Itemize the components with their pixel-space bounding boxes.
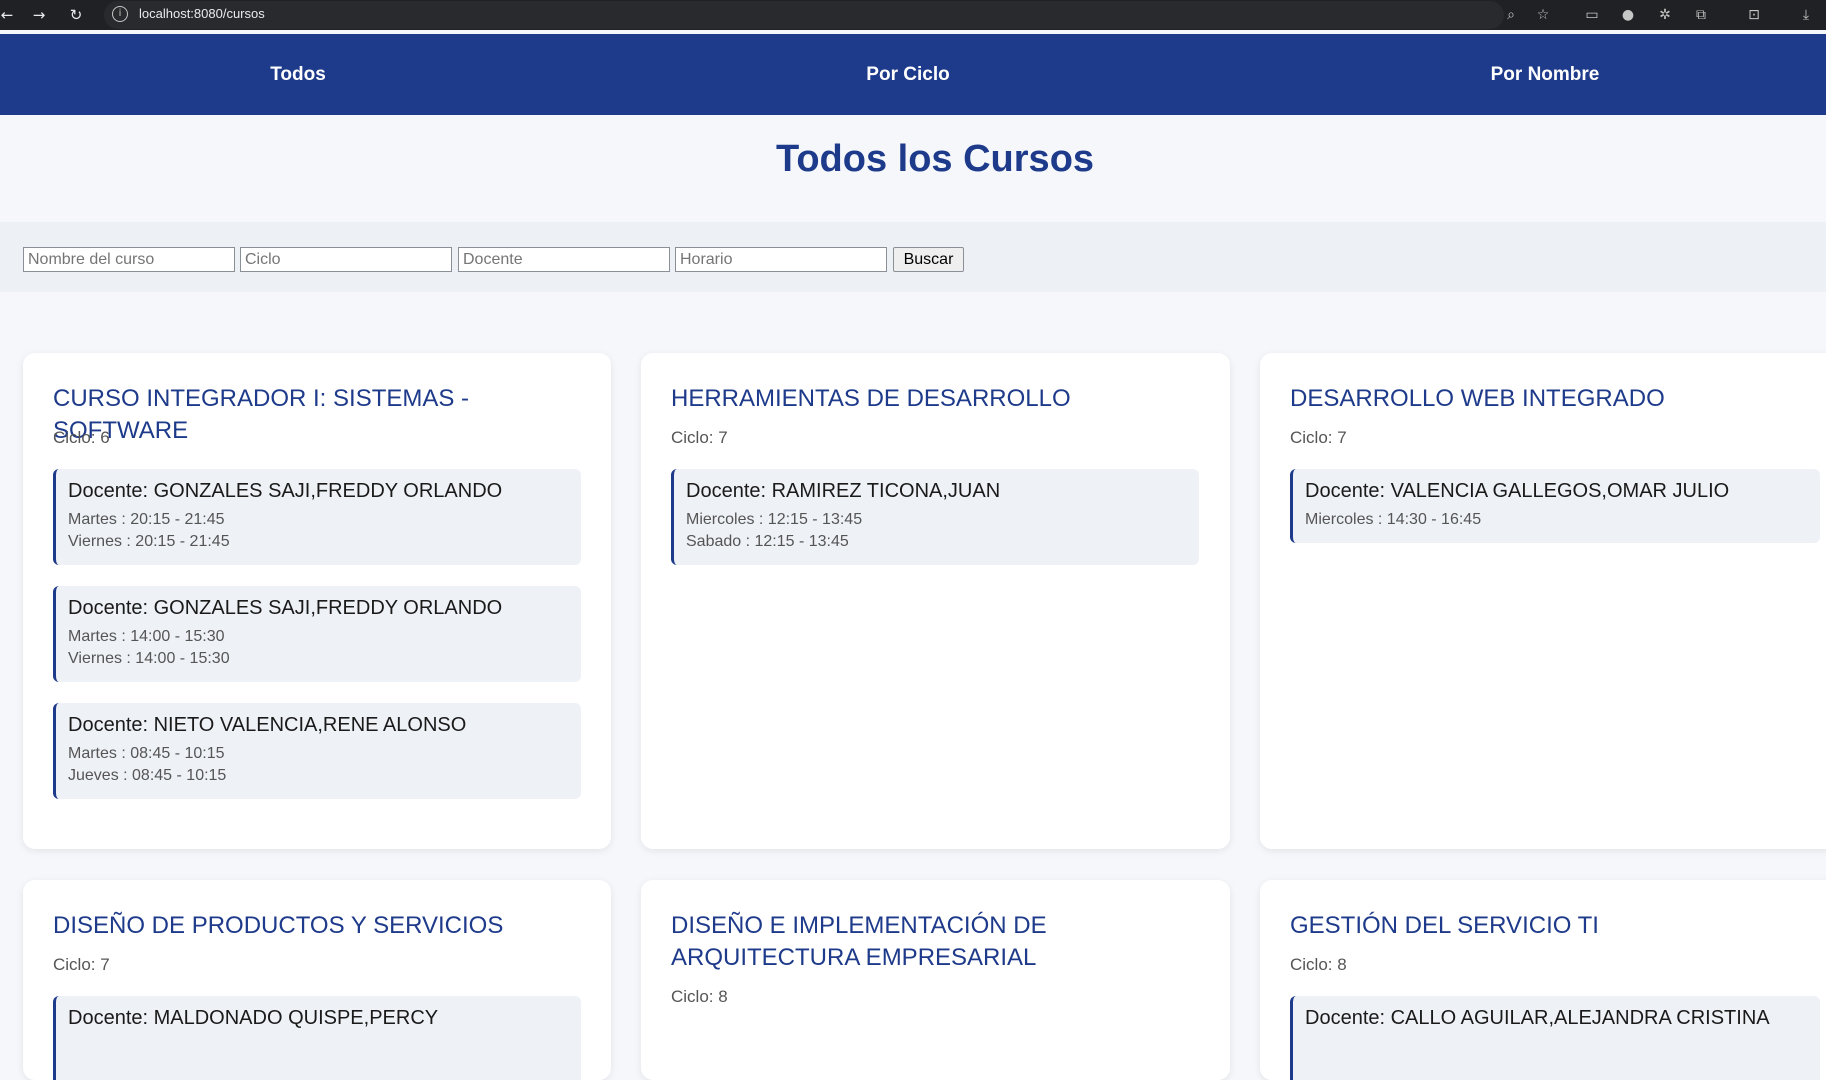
page-title: Todos los Cursos [775,138,1095,180]
address-bar[interactable] [104,1,1504,29]
course-title: DESARROLLO WEB INTEGRADO [1290,385,1665,412]
nav-por-ciclo[interactable]: Por Ciclo [758,34,1058,115]
schedule-line: Martes : 08:45 - 10:15 [68,745,225,762]
course-card: HERRAMIENTAS DE DESARROLLO Ciclo: 7 Doce… [641,353,1230,849]
site-info-icon[interactable]: i [112,6,128,22]
teacher-name: Docente: GONZALES SAJI,FREDDY ORLANDO [68,480,503,502]
reload-icon[interactable]: ↻ [65,4,87,26]
address-url[interactable]: localhost:8080/cursos [139,6,265,21]
course-title: CURSO INTEGRADOR I: SISTEMAS - SOFTWARE [53,385,470,444]
teacher-schedule: Docente: NIETO VALENCIA,RENE ALONSO Mart… [53,703,581,799]
course-title: HERRAMIENTAS DE DESARROLLO [671,385,1071,412]
teacher-schedule: Docente: RAMIREZ TICONA,JUAN Miercoles :… [671,469,1199,565]
ciclo-input[interactable] [240,247,452,272]
main-navbar: Todos Por Ciclo Por Nombre [0,34,1826,115]
course-card: DESARROLLO WEB INTEGRADO Ciclo: 7 Docent… [1260,353,1826,849]
teacher-name: Docente: VALENCIA GALLEGOS,OMAR JULIO [1305,480,1730,502]
nav-todos[interactable]: Todos [148,34,448,115]
course-title: ARQUITECTURA EMPRESARIAL [671,944,1037,971]
horario-input[interactable] [675,247,887,272]
course-title: DISEÑO E IMPLEMENTACIÓN DE [671,912,1047,939]
teacher-schedule: Docente: VALENCIA GALLEGOS,OMAR JULIO Mi… [1290,469,1820,543]
course-title: DISEÑO DE PRODUCTOS Y SERVICIOS [53,912,504,939]
nav-por-nombre[interactable]: Por Nombre [1395,34,1695,115]
schedule-line: Miercoles : 12:15 - 13:45 [686,511,863,528]
teacher-schedule: Docente: CALLO AGUILAR,ALEJANDRA CRISTIN… [1290,996,1820,1080]
teacher-schedule: Docente: MALDONADO QUISPE,PERCY [53,996,581,1080]
schedule-line: Viernes : 14:00 - 15:30 [68,650,230,667]
schedule-line: Jueves : 08:45 - 10:15 [68,767,227,784]
course-card: GESTIÓN DEL SERVICIO TI Ciclo: 8 Docente… [1260,880,1826,1080]
course-card: DISEÑO E IMPLEMENTACIÓN DE ARQUITECTURA … [641,880,1230,1080]
course-card: CURSO INTEGRADOR I: SISTEMAS - SOFTWARE … [23,353,611,849]
extension-icon[interactable]: ● [1617,4,1639,26]
course-ciclo: Ciclo: 8 [1290,955,1347,974]
teacher-name: Docente: GONZALES SAJI,FREDDY ORLANDO [68,597,503,619]
course-title: GESTIÓN DEL SERVICIO TI [1290,912,1599,939]
download-icon[interactable]: ⤓ [1795,4,1817,26]
screenshot-icon[interactable]: ⊡ [1743,4,1765,26]
course-name-input[interactable] [23,247,235,272]
teacher-name: Docente: NIETO VALENCIA,RENE ALONSO [68,714,467,736]
course-ciclo: Ciclo: 8 [671,987,728,1006]
puzzle-icon[interactable]: ⧉ [1690,4,1712,26]
teacher-schedule: Docente: GONZALES SAJI,FREDDY ORLANDO Ma… [53,586,581,682]
teacher-name: Docente: RAMIREZ TICONA,JUAN [686,480,1001,502]
course-ciclo: Ciclo: 7 [671,428,728,447]
forward-arrow-icon[interactable]: → [28,4,50,26]
teacher-name: Docente: MALDONADO QUISPE,PERCY [68,1007,439,1029]
star-icon[interactable]: ☆ [1532,4,1554,26]
schedule-line: Martes : 14:00 - 15:30 [68,628,225,645]
zoom-icon[interactable]: ⌕ [1500,4,1522,26]
schedule-line: Sabado : 12:15 - 13:45 [686,533,849,550]
cast-icon[interactable]: ▭ [1581,4,1603,26]
search-button[interactable]: Buscar [893,247,964,272]
schedule-line: Viernes : 20:15 - 21:45 [68,533,230,550]
docente-input[interactable] [458,247,670,272]
course-ciclo: Ciclo: 7 [53,955,110,974]
teacher-name: Docente: CALLO AGUILAR,ALEJANDRA CRISTIN… [1305,1007,1770,1029]
schedule-line: Martes : 20:15 - 21:45 [68,511,225,528]
schedule-line: Miercoles : 14:30 - 16:45 [1305,511,1482,528]
teacher-schedule: Docente: GONZALES SAJI,FREDDY ORLANDO Ma… [53,469,581,565]
extension-icon[interactable]: ✲ [1654,4,1676,26]
search-form: Buscar [0,222,1826,292]
course-ciclo: Ciclo: 6 [53,428,110,447]
course-card: DISEÑO DE PRODUCTOS Y SERVICIOS Ciclo: 7… [23,880,611,1080]
course-ciclo: Ciclo: 7 [1290,428,1347,447]
back-arrow-icon[interactable]: ← [0,4,18,26]
browser-toolbar: ← → ↻ i localhost:8080/cursos ⌕ ☆ ▭ ● ✲ … [0,0,1826,30]
